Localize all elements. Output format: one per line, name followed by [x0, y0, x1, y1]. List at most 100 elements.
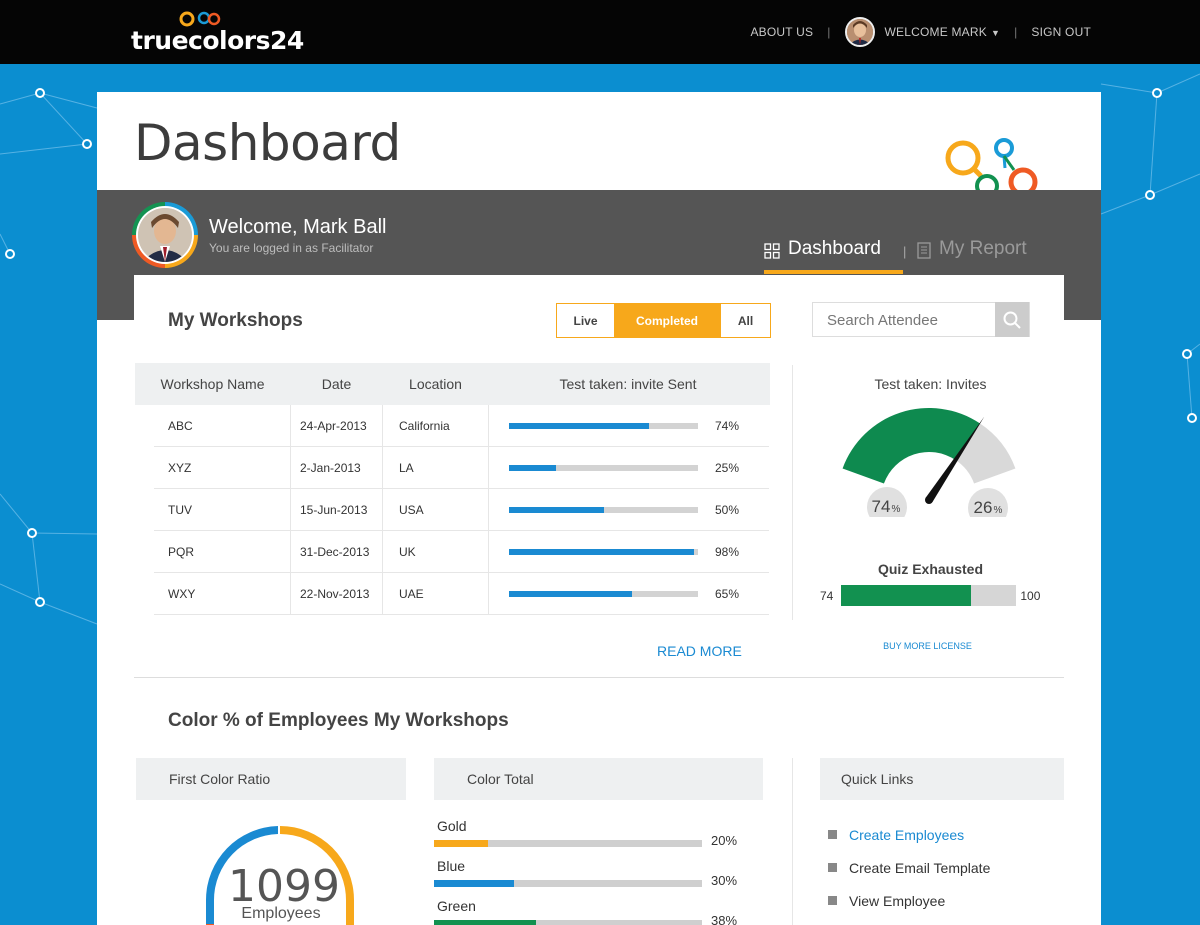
color-total-item: Gold 20% — [434, 818, 744, 848]
user-photo-icon — [846, 19, 873, 45]
progress-percent: 50% — [715, 502, 740, 517]
workshop-date: 22-Nov-2013 — [291, 573, 383, 614]
color-percent: 38% — [711, 913, 738, 925]
read-more-link[interactable]: READ MORE — [657, 643, 742, 659]
quick-link[interactable]: Google Analytics — [828, 917, 990, 925]
quick-link[interactable]: Create Employees — [828, 818, 990, 851]
filter-live-button[interactable]: Live — [557, 304, 614, 337]
progress-percent: 74% — [715, 418, 740, 433]
quick-links-header: Quick Links — [820, 758, 1064, 800]
tab-separator: | — [903, 244, 907, 259]
quiz-bar — [841, 585, 1017, 606]
progress-bar-fill — [509, 464, 557, 471]
buy-more-license-link[interactable]: BUY MORE LICENSE — [824, 641, 1031, 651]
workshops-table-body: ABC 24-Apr-2013 California 74% XYZ 2-Jan-2013… — [154, 405, 769, 615]
tab-my-report-label: My Report — [939, 238, 1027, 259]
color-name: Green — [437, 898, 476, 914]
top-bar: truecolors24 ABOUT US | WELCOME MARK ▼ | … — [0, 0, 1200, 64]
top-nav: ABOUT US | WELCOME MARK ▼ | SIGN OUT — [750, 16, 1091, 48]
table-row[interactable]: TUV 15-Jun-2013 USA 50% — [154, 489, 769, 531]
progress-bar — [509, 422, 698, 429]
gauge-taken-arc — [842, 408, 980, 484]
workshop-progress: 74% — [489, 405, 769, 446]
table-row[interactable]: XYZ 2-Jan-2013 LA 25% — [154, 447, 769, 489]
search-button[interactable] — [995, 302, 1029, 337]
column-divider — [792, 365, 793, 620]
dashboard-content: My Workshops Live Completed All Search A… — [134, 275, 1064, 925]
workshop-name: WXY — [154, 573, 291, 614]
avatar[interactable] — [844, 17, 875, 47]
about-us-link[interactable]: ABOUT US — [750, 25, 813, 39]
bullet-icon — [828, 896, 837, 905]
table-row[interactable]: PQR 31-Dec-2013 UK 98% — [154, 531, 769, 573]
welcome-menu[interactable]: WELCOME MARK ▼ — [885, 25, 1001, 39]
workshop-location: UAE — [383, 573, 489, 614]
workshop-progress: 50% — [489, 489, 769, 530]
avatar-ring — [136, 206, 194, 264]
color-bar — [434, 840, 702, 847]
search-input[interactable]: Search Attendee — [813, 303, 995, 336]
workshop-date: 15-Jun-2013 — [291, 489, 383, 530]
column-header[interactable]: Date — [290, 363, 383, 405]
workshop-name: PQR — [154, 531, 291, 572]
workshops-table-header: Workshop Name Date Location Test taken: … — [135, 363, 770, 405]
color-total-item: Green 38% — [434, 898, 744, 925]
color-bar-fill — [434, 880, 515, 887]
color-section-title: Color % of Employees My Workshops — [168, 710, 509, 731]
tab-my-report[interactable]: My Report — [917, 238, 1027, 274]
gauge-remaining-unit: % — [994, 505, 1003, 516]
workshop-name: XYZ — [154, 447, 291, 488]
workshop-date: 2-Jan-2013 — [291, 447, 383, 488]
workshop-progress: 98% — [489, 531, 769, 572]
progress-bar — [509, 506, 698, 513]
grid-icon — [764, 243, 780, 259]
progress-bar — [509, 590, 698, 597]
quick-link-label: Create Email Template — [849, 859, 991, 876]
table-row[interactable]: ABC 24-Apr-2013 California 74% — [154, 405, 769, 447]
quiz-max: 100 — [1020, 588, 1041, 603]
search-attendee: Search Attendee — [812, 302, 1030, 337]
my-workshops-title: My Workshops — [168, 310, 303, 331]
quick-link[interactable]: View Employee — [828, 884, 990, 917]
avatar — [132, 202, 198, 268]
quiz-bar-fill — [841, 585, 971, 606]
column-header[interactable]: Location — [383, 363, 488, 405]
workshop-date: 31-Dec-2013 — [291, 531, 383, 572]
color-bar — [434, 920, 702, 925]
workshop-location: California — [383, 405, 489, 446]
employee-total-label: Employees — [241, 905, 321, 922]
progress-bar — [509, 464, 698, 471]
chevron-down-icon: ▼ — [990, 28, 1001, 38]
quiz-value: 74 — [820, 588, 834, 603]
quick-link[interactable]: Create Email Template — [828, 851, 990, 884]
tab-dashboard[interactable]: Dashboard — [764, 238, 903, 274]
table-row[interactable]: WXY 22-Nov-2013 UAE 65% — [154, 573, 769, 615]
filter-completed-button[interactable]: Completed — [614, 304, 720, 337]
user-photo-icon — [138, 208, 192, 262]
color-percent: 30% — [711, 873, 738, 888]
workshop-location: LA — [383, 447, 489, 488]
column-header[interactable]: Workshop Name — [135, 363, 290, 405]
color-total-header: Color Total — [434, 758, 763, 800]
welcome-heading: Welcome, Mark Ball — [209, 216, 387, 238]
workshop-location: UK — [383, 531, 489, 572]
gauge-hub — [925, 496, 933, 504]
quiz-progress: 74 100 — [820, 585, 1040, 606]
progress-bar-fill — [509, 506, 604, 513]
filter-all-button[interactable]: All — [720, 304, 770, 337]
workshop-name: ABC — [154, 405, 291, 446]
quick-link-label: Create Employees — [849, 826, 965, 843]
color-name: Blue — [437, 858, 466, 874]
column-header[interactable]: Test taken: invite Sent — [488, 363, 768, 405]
bullet-icon — [828, 863, 837, 872]
workshop-date: 24-Apr-2013 — [291, 405, 383, 446]
sign-out-link[interactable]: SIGN OUT — [1031, 25, 1091, 39]
first-color-ratio-header: First Color Ratio — [136, 758, 406, 800]
quick-links-list: Create Employees Create Email Template Vie… — [828, 818, 990, 925]
progress-bar-fill — [509, 548, 695, 555]
progress-percent: 98% — [715, 544, 740, 559]
nav-separator: | — [1014, 25, 1018, 39]
gauge-taken-value: 74 — [872, 497, 891, 516]
progress-bar-fill — [509, 422, 649, 429]
page-title: Dashboard — [134, 114, 401, 172]
